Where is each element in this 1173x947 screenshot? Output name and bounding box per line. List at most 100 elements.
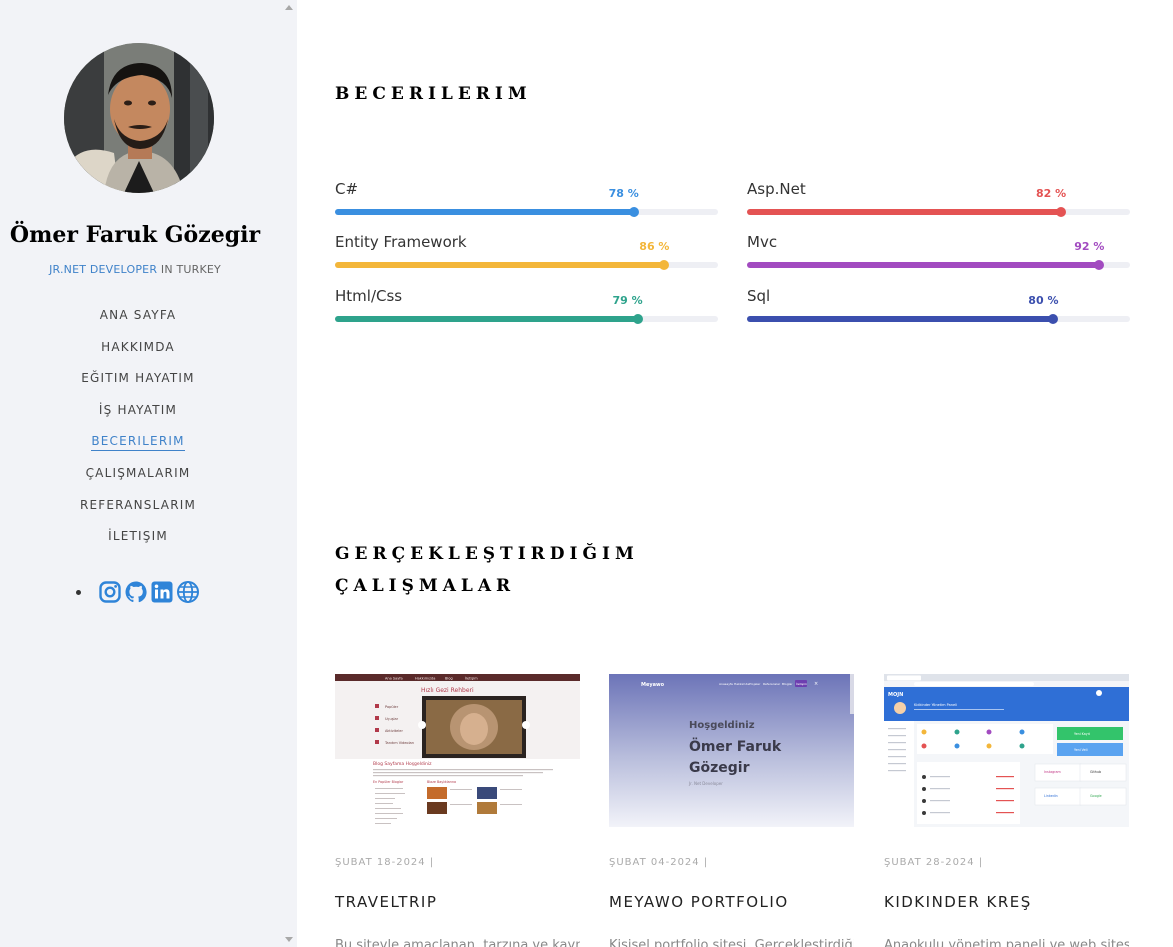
thumb-menu-item: Aktiviteler xyxy=(385,729,403,733)
list-bullet xyxy=(76,589,81,595)
thumb-brand: Meyawo xyxy=(641,682,665,688)
role-highlight: JR.NET DEVELOPER xyxy=(49,263,158,276)
close-icon: × xyxy=(814,681,818,687)
thumb-menu-item: Tanıtım Videoları xyxy=(384,741,414,745)
thumb-tile-label: Google xyxy=(1090,794,1102,798)
project-card-traveltrip[interactable]: Ana Sayfa Hakkımızda Blog İletişim Hızlı… xyxy=(335,674,580,947)
nav-item-is-hayatim[interactable]: İŞ HAYATIM xyxy=(0,403,276,435)
skill-percent: 79 % xyxy=(612,294,643,307)
globe-icon[interactable] xyxy=(176,580,200,604)
thumb-brand: MOJN xyxy=(888,692,903,698)
main-nav: ANA SAYFA HAKKIMDA EĞITIM HAYATIM İŞ HAY… xyxy=(0,308,276,561)
project-date: ŞUBAT 18-2024 | xyxy=(335,857,435,868)
social-links xyxy=(76,580,202,604)
thumb-col-title: En Popüler Bloglar xyxy=(373,780,404,784)
skill-percent: 78 % xyxy=(608,187,639,200)
project-excerpt: Kişisel portfolio sitesi, Gerçekleştirdi… xyxy=(609,938,854,947)
thumb-tile-label: Yeni Kayıt xyxy=(1074,732,1091,736)
nav-item-egitim-hayatim[interactable]: EĞITIM HAYATIM xyxy=(0,371,276,403)
thumb-tile-label: Github xyxy=(1090,770,1101,774)
skill-percent: 82 % xyxy=(1035,187,1067,200)
skill-fill xyxy=(747,262,1100,268)
project-card-kidkinder[interactable]: MOJN Kidkinder Yönetim Paneli Yeni Kayıt… xyxy=(884,674,1129,947)
skill-handle xyxy=(632,314,643,324)
project-date: ŞUBAT 04-2024 | xyxy=(609,857,709,868)
skills-heading: BECERILERIM xyxy=(335,84,532,104)
thumb-menu-item: Popüler xyxy=(385,705,399,709)
skill-entity-framework: Entity Framework 86 % xyxy=(335,233,718,273)
thumb-col-title: Blaze Başlıklarına xyxy=(427,780,456,784)
skill-aspnet: Asp.Net 82 % xyxy=(747,180,1130,220)
skill-track xyxy=(747,260,1130,270)
nav-item-calismalarim[interactable]: ÇALIŞMALARIM xyxy=(0,466,276,498)
thumb-subtitle: Jr. Net Developer xyxy=(688,781,723,786)
project-card-meyawo[interactable]: Meyawo Anasayfa Hakkımda Projeler Refera… xyxy=(609,674,854,947)
thumb-heading: Hızlı Gezi Rehberi xyxy=(421,687,474,694)
thumb-tile-label: Linkedin xyxy=(1044,794,1058,798)
project-thumbnail[interactable]: Meyawo Anasayfa Hakkımda Projeler Refera… xyxy=(609,674,854,827)
linkedin-icon[interactable] xyxy=(150,580,174,604)
sidebar-scrollbar[interactable] xyxy=(281,0,297,947)
project-date: ŞUBAT 28-2024 | xyxy=(884,857,984,868)
thumb-nav-item: Hakkımızda xyxy=(415,677,435,681)
github-icon[interactable] xyxy=(124,580,148,604)
nav-item-hakkimda[interactable]: HAKKIMDA xyxy=(0,340,276,372)
project-title[interactable]: MEYAWO PORTFOLIO xyxy=(609,893,789,911)
instagram-icon[interactable] xyxy=(98,580,122,604)
skill-name: Mvc xyxy=(747,233,778,251)
skill-handle xyxy=(1094,260,1105,270)
scroll-down-icon[interactable] xyxy=(285,937,293,942)
skill-name: Html/Css xyxy=(335,287,403,305)
skill-fill xyxy=(335,316,638,322)
thumb-name-line1: Ömer Faruk xyxy=(689,737,782,755)
skill-fill xyxy=(747,316,1054,322)
project-excerpt: Anaokulu yönetim paneli ve web sitesi xyxy=(884,938,1129,947)
project-title[interactable]: TRAVELTRIP xyxy=(335,893,437,911)
skill-name: Sql xyxy=(747,287,771,305)
thumb-nav-item: Hakkımda xyxy=(734,682,749,686)
skill-name: C# xyxy=(335,180,359,198)
profile-role: JR.NET DEVELOPER IN TURKEY xyxy=(0,263,270,276)
project-excerpt: Bu siteyle amaçlanan, tarzına ve kaynakl… xyxy=(335,938,580,947)
skill-handle xyxy=(1048,314,1059,324)
skill-percent: 80 % xyxy=(1028,294,1059,307)
skill-handle xyxy=(628,207,639,217)
skill-handle xyxy=(659,260,670,270)
skill-mvc: Mvc 92 % xyxy=(747,233,1130,273)
skill-track xyxy=(747,207,1130,217)
project-title[interactable]: KIDKINDER KREŞ xyxy=(884,893,1032,911)
skill-name: Entity Framework xyxy=(335,233,467,251)
thumb-tile-label: Instagram xyxy=(1044,770,1061,774)
thumb-nav-item: Anasayfa xyxy=(719,682,733,686)
thumb-banner-title: Kidkinder Yönetim Paneli xyxy=(914,703,957,707)
skill-name: Asp.Net xyxy=(747,180,806,198)
thumb-nav-item: Bloglar xyxy=(782,682,793,686)
thumb-name-line2: Gözegir xyxy=(689,760,750,776)
skill-fill xyxy=(747,209,1062,215)
project-thumbnail[interactable]: Ana Sayfa Hakkımızda Blog İletişim Hızlı… xyxy=(335,674,580,827)
nav-item-becerilerim[interactable]: BECERILERIM xyxy=(0,434,276,466)
skill-percent: 92 % xyxy=(1074,240,1105,253)
thumb-nav-item: İletişim xyxy=(796,681,807,686)
project-thumbnail[interactable]: MOJN Kidkinder Yönetim Paneli Yeni Kayıt… xyxy=(884,674,1129,827)
thumb-menu-item: Uçuşlar xyxy=(385,717,399,721)
skill-track xyxy=(335,260,718,270)
thumb-nav-item: Blog xyxy=(445,677,453,681)
nav-item-ana-sayfa[interactable]: ANA SAYFA xyxy=(0,308,276,340)
works-heading-line1: GERÇEKLEŞTIRDIĞIM xyxy=(335,544,639,564)
scroll-up-icon[interactable] xyxy=(285,5,293,10)
thumb-nav-item: Ana Sayfa xyxy=(385,677,403,681)
thumb-nav-item: İletişim xyxy=(465,676,478,681)
skill-fill xyxy=(335,209,634,215)
thumb-nav-item: Referanslar xyxy=(763,682,781,686)
skill-handle xyxy=(1056,207,1067,217)
skill-track xyxy=(335,207,718,217)
skill-track xyxy=(335,314,718,324)
works-heading-line2: ÇALIŞMALAR xyxy=(335,576,516,596)
nav-item-iletisim[interactable]: İLETIŞIM xyxy=(0,529,276,561)
thumb-tile-label: Yeni Veli xyxy=(1074,748,1088,752)
skill-track xyxy=(747,314,1130,324)
nav-item-referanslarim[interactable]: REFERANSLARIM xyxy=(0,498,276,530)
profile-name: Ömer Faruk Gözegir xyxy=(9,222,261,248)
skill-percent: 86 % xyxy=(639,240,670,253)
